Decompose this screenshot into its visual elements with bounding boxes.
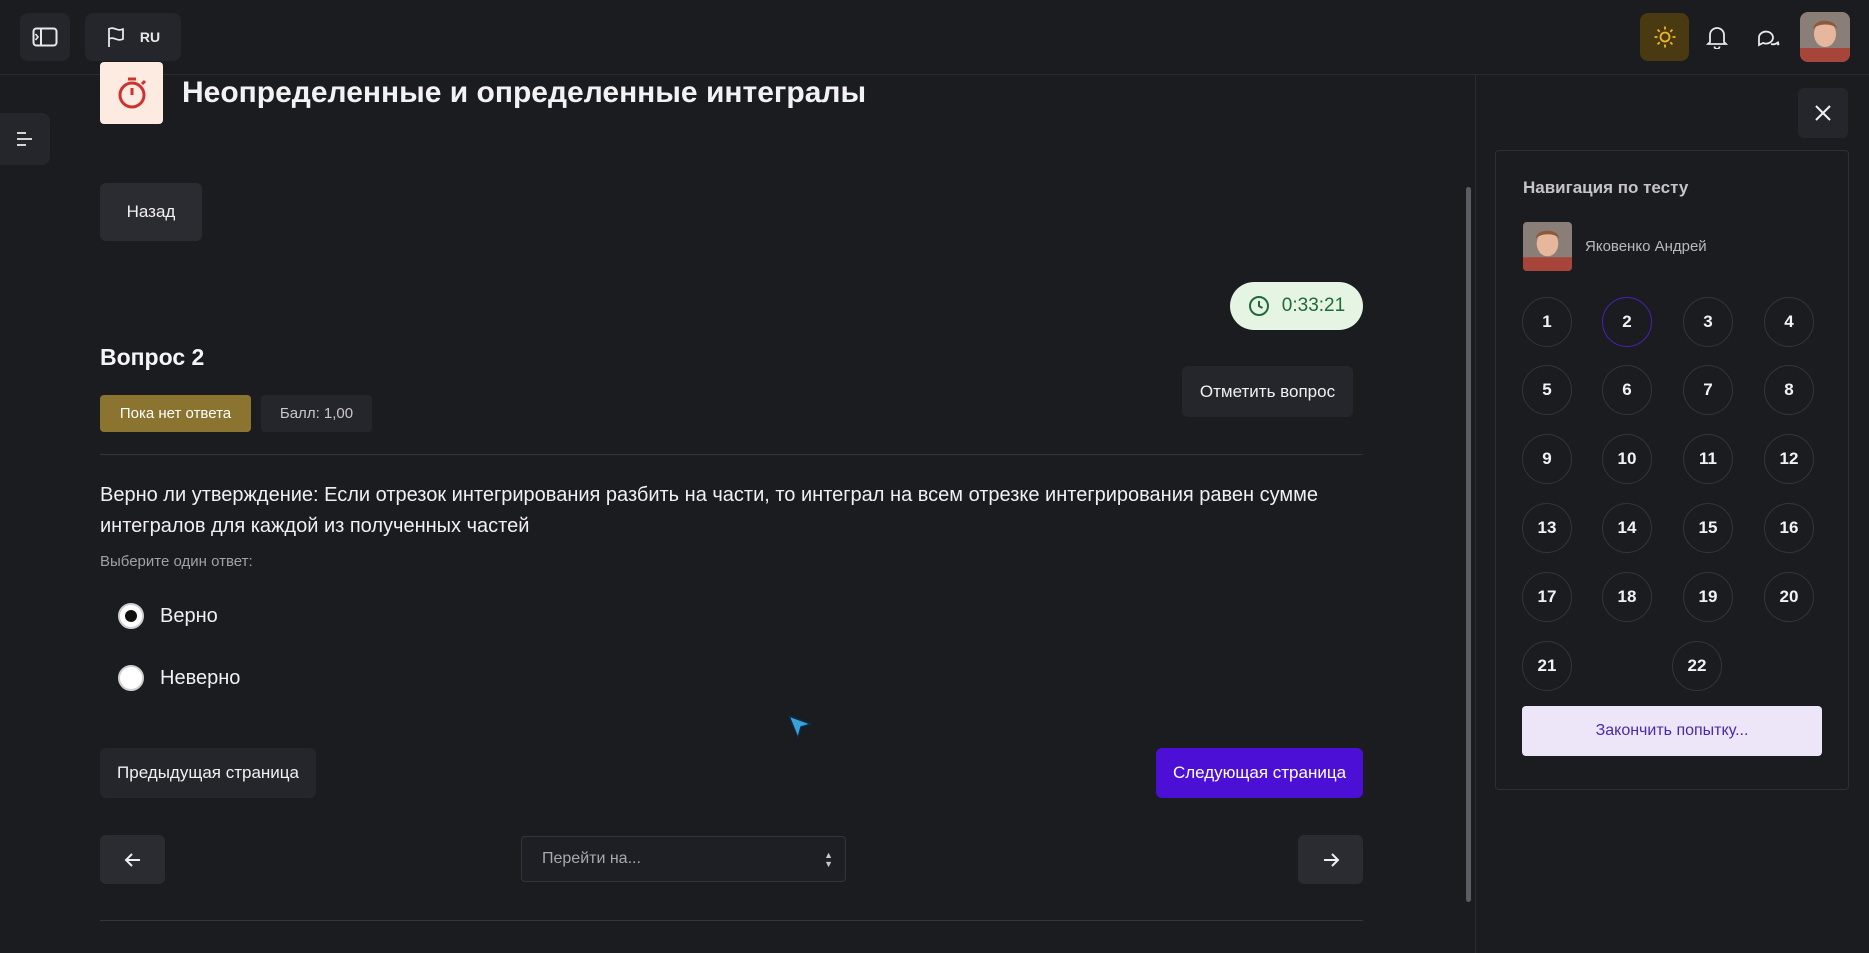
notifications-button[interactable] <box>1693 13 1741 61</box>
question-nav-19[interactable]: 19 <box>1683 572 1733 622</box>
question-nav-12[interactable]: 12 <box>1764 434 1814 484</box>
user-name: Яковенко Андрей <box>1585 238 1707 255</box>
question-title: Вопрос 2 <box>100 344 205 370</box>
answer-option-label: Верно <box>160 604 218 627</box>
bell-icon <box>1706 27 1728 49</box>
next-page-button[interactable]: Следующая страница <box>1156 748 1363 798</box>
question-nav-21[interactable]: 21 <box>1522 641 1572 691</box>
status-badge: Пока нет ответа <box>100 395 251 432</box>
jump-to-select[interactable]: Перейти на... ▲ ▼ <box>521 836 846 882</box>
previous-page-button[interactable]: Предыдущая страница <box>100 748 316 798</box>
next-arrow-button[interactable] <box>1298 835 1363 884</box>
question-nav-4[interactable]: 4 <box>1764 297 1814 347</box>
main-scrollbar[interactable] <box>1461 75 1475 953</box>
top-bar: RU <box>0 0 1869 75</box>
scrollbar-thumb[interactable] <box>1466 187 1471 902</box>
close-drawer-button[interactable] <box>1798 88 1848 138</box>
divider <box>100 454 1363 455</box>
arrow-left-icon <box>124 852 140 867</box>
theme-toggle-button[interactable] <box>1640 13 1689 61</box>
user-avatar <box>1523 222 1572 271</box>
stopwatch-icon <box>118 77 146 109</box>
finish-attempt-button[interactable]: Закончить попытку... <box>1522 706 1822 756</box>
answer-hint: Выберите один ответ: <box>100 553 253 570</box>
mouse-cursor-icon <box>788 715 812 739</box>
question-nav-17[interactable]: 17 <box>1522 572 1572 622</box>
question-nav-8[interactable]: 8 <box>1764 365 1814 415</box>
sidebar-toggle-icon <box>32 27 58 47</box>
sun-icon <box>1654 26 1675 48</box>
question-text: Верно ли утверждение: Если отрезок интег… <box>100 484 1319 537</box>
close-icon <box>1815 105 1831 121</box>
question-nav-3[interactable]: 3 <box>1683 297 1733 347</box>
quiz-navigation-title: Навигация по тесту <box>1523 178 1689 197</box>
arrow-right-icon <box>1323 852 1339 867</box>
quiz-icon <box>100 62 163 124</box>
avatar[interactable] <box>1800 12 1850 62</box>
question-nav-18[interactable]: 18 <box>1602 572 1652 622</box>
question-nav-11[interactable]: 11 <box>1683 434 1733 484</box>
question-nav-13[interactable]: 13 <box>1522 503 1572 553</box>
course-index-button[interactable] <box>0 113 50 165</box>
question-nav-9[interactable]: 9 <box>1522 434 1572 484</box>
question-nav-1[interactable]: 1 <box>1522 297 1572 347</box>
question-nav-5[interactable]: 5 <box>1522 365 1572 415</box>
sort-caret-icon: ▲ ▼ <box>824 850 833 869</box>
clock-icon <box>1248 296 1269 316</box>
jump-to-placeholder: Перейти на... <box>542 850 641 867</box>
question-nav-20[interactable]: 20 <box>1764 572 1814 622</box>
page-title: Неопределенные и определенные интегралы <box>182 76 867 109</box>
back-button[interactable]: Назад <box>100 183 202 241</box>
question-nav-16[interactable]: 16 <box>1764 503 1814 553</box>
language-button[interactable]: RU <box>85 13 181 61</box>
question-nav-14[interactable]: 14 <box>1602 503 1652 553</box>
radio-button-checked[interactable] <box>118 603 144 629</box>
chat-icon <box>1758 30 1780 47</box>
sidebar-toggle-button[interactable] <box>20 13 70 61</box>
messages-button[interactable] <box>1744 13 1792 61</box>
question-nav-6[interactable]: 6 <box>1602 365 1652 415</box>
question-nav-2[interactable]: 2 <box>1602 297 1652 347</box>
flag-icon <box>107 27 124 47</box>
list-icon <box>17 132 32 146</box>
question-nav-10[interactable]: 10 <box>1602 434 1652 484</box>
divider <box>100 920 1363 921</box>
flag-question-button[interactable]: Отметить вопрос <box>1182 366 1353 417</box>
timer-badge: 0:33:21 <box>1230 282 1363 330</box>
answer-option-true[interactable]: Верно <box>118 601 218 631</box>
prev-arrow-button[interactable] <box>100 835 165 884</box>
question-nav-22[interactable]: 22 <box>1672 641 1722 691</box>
language-code: RU <box>139 29 161 45</box>
question-nav-15[interactable]: 15 <box>1683 503 1733 553</box>
question-nav-7[interactable]: 7 <box>1683 365 1733 415</box>
answer-option-false[interactable]: Неверно <box>118 663 240 693</box>
radio-button[interactable] <box>118 665 144 691</box>
score-badge: Балл: 1,00 <box>261 395 372 432</box>
timer-value: 0:33:21 <box>1281 295 1346 316</box>
answer-option-label: Неверно <box>160 666 241 689</box>
